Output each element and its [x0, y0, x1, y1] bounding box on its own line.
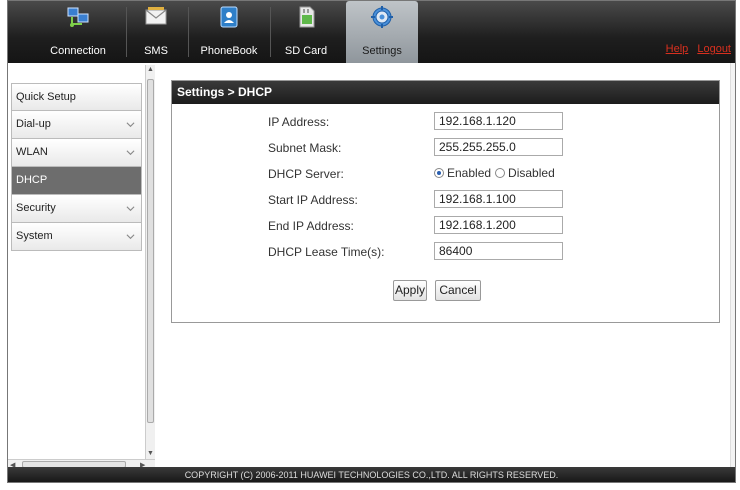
- subnet-mask-row: Subnet Mask: 255.255.255.0: [172, 138, 719, 158]
- sidebar-item-quick-setup[interactable]: Quick Setup: [11, 83, 142, 111]
- tab-label: PhoneBook: [200, 45, 258, 57]
- start-ip-row: Start IP Address: 192.168.1.100: [172, 190, 719, 210]
- subnet-mask-field[interactable]: 255.255.255.0: [434, 138, 563, 156]
- footer: COPYRIGHT (C) 2006-2011 HUAWEI TECHNOLOG…: [8, 467, 735, 482]
- sidebar-item-label: Security: [16, 202, 56, 214]
- side-menu: Quick Setup Dial-up WLAN DHCP Security S…: [11, 83, 142, 251]
- start-ip-field[interactable]: 192.168.1.100: [434, 190, 563, 208]
- chevron-down-icon: [126, 150, 135, 156]
- button-row: Apply Cancel: [172, 280, 719, 301]
- dhcp-enabled-label: Enabled: [447, 166, 492, 180]
- tab-sms[interactable]: SMS: [132, 1, 180, 63]
- tab-label: Connection: [50, 45, 106, 57]
- tab-sd-card[interactable]: SD Card: [276, 1, 336, 63]
- sidebar-item-system[interactable]: System: [11, 223, 142, 251]
- help-link[interactable]: Help: [666, 43, 689, 55]
- sidebar-item-dial-up[interactable]: Dial-up: [11, 111, 142, 139]
- sidebar-item-wlan[interactable]: WLAN: [11, 139, 142, 167]
- lease-time-label: DHCP Lease Time(s):: [268, 245, 385, 259]
- scroll-up-arrow-icon[interactable]: ▲: [147, 66, 154, 73]
- sidebar-item-label: System: [16, 230, 53, 242]
- connection-icon: [67, 7, 89, 27]
- main-vertical-scrollbar[interactable]: [730, 63, 735, 467]
- tab-label: SD Card: [284, 45, 328, 57]
- subnet-mask-label: Subnet Mask:: [268, 141, 342, 155]
- ip-address-field[interactable]: 192.168.1.120: [434, 112, 563, 130]
- apply-button[interactable]: Apply: [393, 280, 427, 301]
- copyright-text: COPYRIGHT (C) 2006-2011 HUAWEI TECHNOLOG…: [184, 470, 559, 480]
- dhcp-disabled-label: Disabled: [508, 166, 555, 180]
- chevron-down-icon: [126, 122, 135, 128]
- cancel-button[interactable]: Cancel: [435, 280, 481, 301]
- phonebook-icon: [220, 6, 238, 28]
- lease-time-field[interactable]: 86400: [434, 242, 563, 260]
- sidebar-item-security[interactable]: Security: [11, 195, 142, 223]
- gear-icon: [371, 6, 393, 28]
- end-ip-field[interactable]: 192.168.1.200: [434, 216, 563, 234]
- ip-address-label: IP Address:: [268, 115, 330, 129]
- end-ip-row: End IP Address: 192.168.1.200: [172, 216, 719, 236]
- ip-address-row: IP Address: 192.168.1.120: [172, 112, 719, 132]
- dhcp-settings-panel: Settings > DHCP IP Address: 192.168.1.12…: [171, 80, 720, 323]
- router-admin-window: Connection SMS PhoneBook SD Card Setting…: [7, 0, 736, 483]
- sidebar-item-dhcp[interactable]: DHCP: [11, 167, 142, 195]
- scrollbar-thumb[interactable]: [147, 79, 154, 423]
- dhcp-enabled-radio[interactable]: [434, 168, 444, 178]
- dhcp-server-row: DHCP Server: Enabled Disabled: [172, 164, 719, 184]
- sidebar-item-label: DHCP: [16, 174, 48, 186]
- sidebar-item-label: Dial-up: [16, 118, 51, 130]
- scroll-down-arrow-icon[interactable]: ▼: [147, 450, 154, 457]
- tab-connection[interactable]: Connection: [38, 1, 118, 63]
- sd-card-icon: [299, 6, 315, 28]
- sidebar-item-label: WLAN: [16, 146, 48, 158]
- dhcp-server-radio-group: Enabled Disabled: [434, 166, 559, 180]
- lease-time-row: DHCP Lease Time(s): 86400: [172, 242, 719, 262]
- tab-phonebook[interactable]: PhoneBook: [196, 1, 262, 63]
- panel-title: Settings > DHCP: [172, 81, 719, 104]
- tab-label: SMS: [144, 45, 168, 57]
- start-ip-label: Start IP Address:: [268, 193, 358, 207]
- main-content: Settings > DHCP IP Address: 192.168.1.12…: [158, 63, 730, 467]
- sidebar-item-label: Quick Setup: [16, 91, 76, 103]
- chevron-down-icon: [126, 206, 135, 212]
- top-nav-bar: Connection SMS PhoneBook SD Card Setting…: [8, 1, 735, 63]
- end-ip-label: End IP Address:: [268, 219, 354, 233]
- envelope-icon: [145, 7, 167, 25]
- sidebar: Quick Setup Dial-up WLAN DHCP Security S…: [8, 63, 155, 467]
- dhcp-server-label: DHCP Server:: [268, 167, 344, 181]
- chevron-down-icon: [126, 234, 135, 240]
- logout-link[interactable]: Logout: [697, 43, 731, 55]
- tab-label: Settings: [362, 45, 402, 57]
- dhcp-disabled-radio[interactable]: [495, 168, 506, 178]
- top-links: Help Logout: [660, 43, 731, 55]
- tab-settings[interactable]: Settings: [346, 1, 418, 63]
- sidebar-vertical-scrollbar[interactable]: ▲ ▼: [145, 65, 155, 461]
